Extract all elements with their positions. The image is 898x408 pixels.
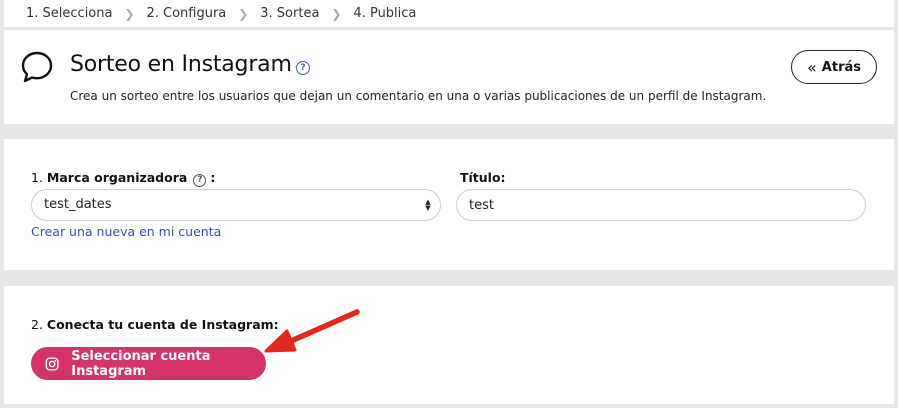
- connect-label-number: 2.: [31, 317, 43, 332]
- chat-bubble-icon: [21, 51, 53, 83]
- chevron-right-icon: ❯: [124, 6, 135, 21]
- select-instagram-account-button[interactable]: Seleccionar cuenta Instagram: [31, 347, 266, 380]
- form-card: 1. Marca organizadora? : test_dates ▲ ▼ C…: [4, 139, 894, 270]
- select-instagram-account-label: Seleccionar cuenta Instagram: [71, 348, 211, 379]
- brand-select[interactable]: test_dates ▲ ▼: [31, 189, 441, 221]
- help-icon[interactable]: ?: [296, 61, 310, 75]
- brand-label-number: 1.: [31, 170, 43, 185]
- chevron-right-icon: ❯: [238, 6, 249, 21]
- back-button-label: Atrás: [821, 59, 861, 75]
- page-subtitle: Crea un sorteo entre los usuarios que de…: [70, 89, 767, 103]
- connect-card: 2. Conecta tu cuenta de Instagram: Selec…: [4, 286, 894, 404]
- brand-label-colon: :: [210, 170, 216, 185]
- app-frame: 1. Selecciona ❯ 2. Configura ❯ 3. Sortea…: [4, 0, 894, 404]
- select-arrows-icon: ▲ ▼: [425, 198, 431, 212]
- brand-label: 1. Marca organizadora? :: [31, 170, 215, 187]
- page-title: Sorteo en Instagram: [70, 52, 292, 77]
- back-button[interactable]: ‹‹ Atrás: [791, 50, 877, 84]
- connect-label: 2. Conecta tu cuenta de Instagram:: [31, 317, 279, 332]
- title-input[interactable]: [456, 189, 866, 221]
- title-label-text: Título:: [460, 170, 506, 185]
- title-label: Título:: [460, 170, 506, 185]
- create-brand-link[interactable]: Crear una nueva en mi cuenta: [31, 224, 221, 239]
- help-icon[interactable]: ?: [193, 174, 207, 187]
- wizard-steps: 1. Selecciona ❯ 2. Configura ❯ 3. Sortea…: [4, 0, 894, 27]
- brand-label-text: Marca organizadora: [46, 170, 188, 185]
- step-draw[interactable]: 3. Sortea: [260, 6, 319, 21]
- step-publish[interactable]: 4. Publica: [353, 6, 416, 21]
- step-select[interactable]: 1. Selecciona: [26, 6, 112, 21]
- chevron-right-icon: ❯: [331, 6, 342, 21]
- header-card: Sorteo en Instagram ? Crea un sorteo ent…: [4, 30, 894, 124]
- instagram-icon: [45, 356, 59, 371]
- double-chevron-left-icon: ‹‹: [807, 57, 817, 77]
- connect-label-text: Conecta tu cuenta de Instagram:: [46, 317, 279, 332]
- step-configure[interactable]: 2. Configura: [146, 6, 226, 21]
- brand-select-value: test_dates: [44, 197, 112, 212]
